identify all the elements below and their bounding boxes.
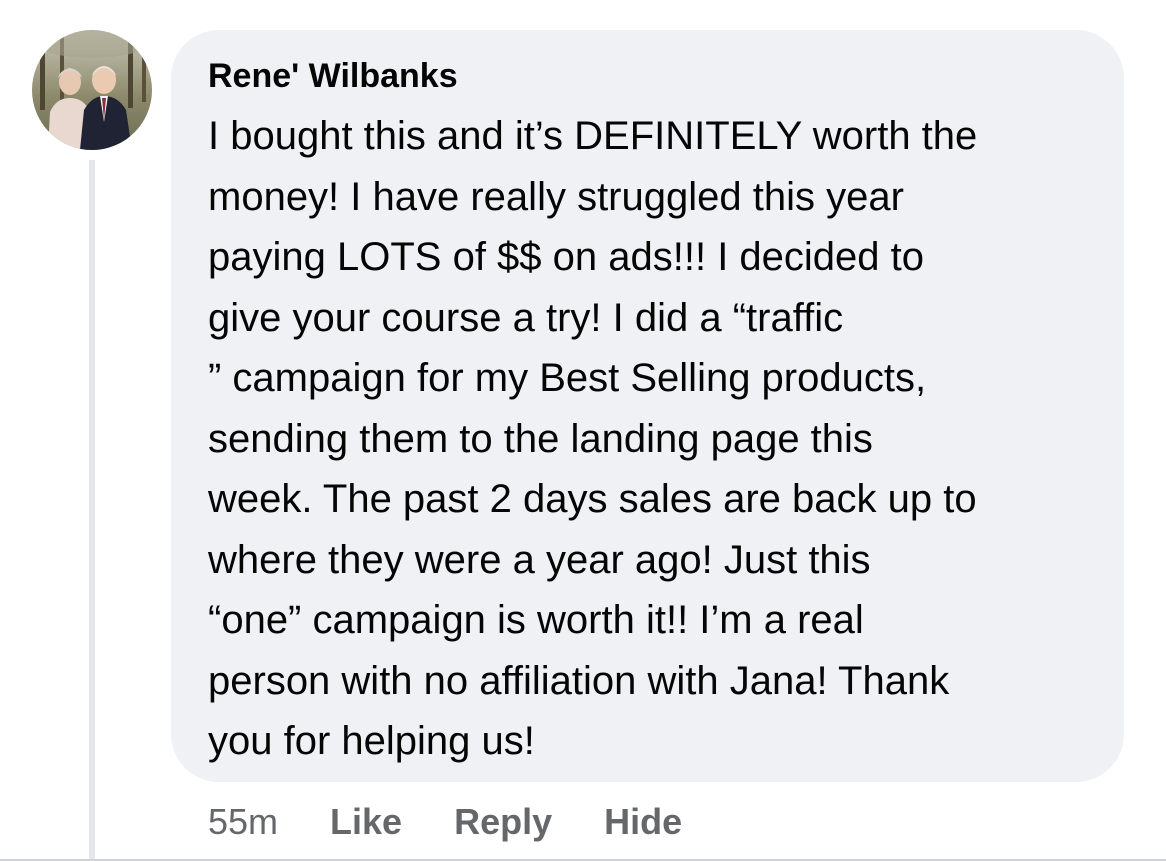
comment-text-line: sending them to the landing page this bbox=[208, 416, 873, 461]
comment-text-line: you for helping us! bbox=[208, 719, 535, 763]
comment-text-line: week. The past 2 days sales are back up … bbox=[208, 477, 977, 521]
hide-button[interactable]: Hide bbox=[604, 800, 682, 844]
comment-text-line: give your course a try! I did a “traffic bbox=[208, 295, 844, 340]
comment-actions: 55m Like Reply Hide bbox=[208, 800, 682, 844]
thread-line bbox=[89, 160, 95, 861]
avatar[interactable] bbox=[32, 30, 152, 150]
comment-text-line: “one” campaign is worth it!! I’m a real bbox=[208, 598, 864, 642]
author-name[interactable]: Rene' Wilbanks bbox=[208, 56, 458, 96]
timestamp[interactable]: 55m bbox=[208, 800, 278, 844]
comment-text-line: money! I have really struggled this year bbox=[208, 174, 904, 219]
like-button[interactable]: Like bbox=[330, 800, 402, 844]
comment-text-line: I bought this and it’s DEFINITELY worth … bbox=[208, 114, 978, 158]
comment-text-line: ” campaign for my Best Selling products, bbox=[208, 356, 927, 400]
comment-text-line: paying LOTS of $$ on ads!!! I decided to bbox=[208, 235, 925, 279]
comment-text-line: where they were a year ago! Just this bbox=[208, 537, 871, 582]
comment-text: I bought this and it’s DEFINITELY worth … bbox=[208, 106, 1108, 772]
comment-text-line: person with no affiliation with Jana! Th… bbox=[208, 658, 950, 703]
avatar-photo bbox=[32, 30, 152, 150]
comment-bubble: Rene' Wilbanks I bought this and it’s DE… bbox=[171, 30, 1124, 782]
comment: Rene' Wilbanks I bought this and it’s DE… bbox=[0, 0, 1166, 861]
reply-button[interactable]: Reply bbox=[454, 800, 552, 844]
